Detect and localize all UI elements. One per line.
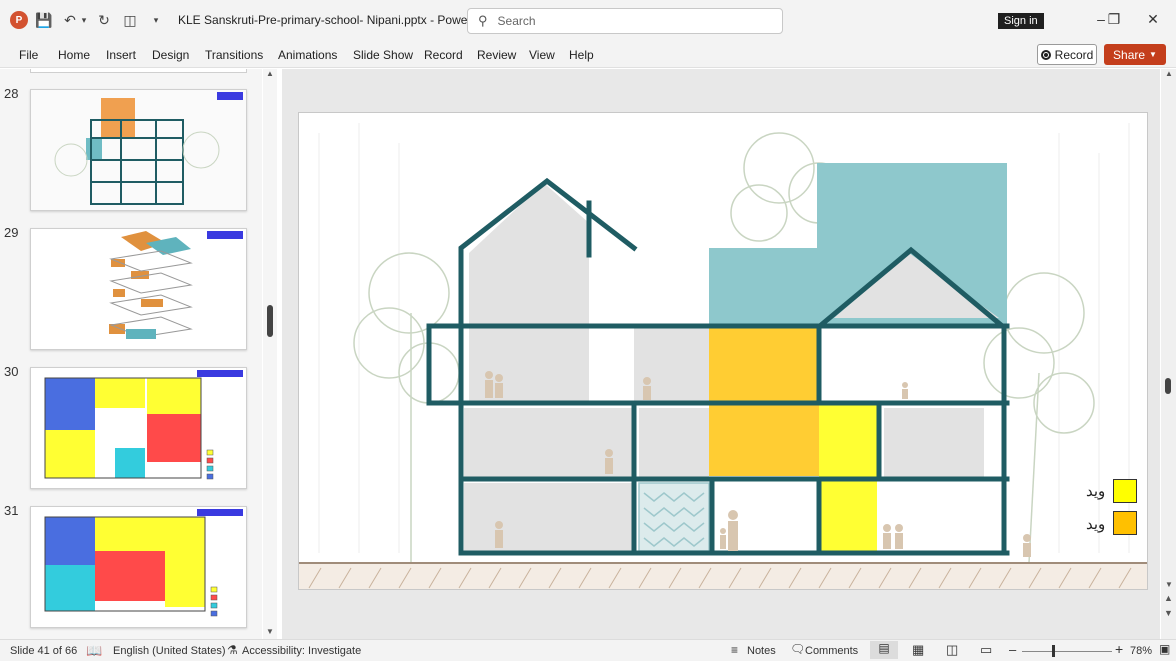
slide-thumbnail-28[interactable] — [30, 89, 247, 211]
scroll-down-icon[interactable]: ▼ — [1165, 580, 1173, 589]
thumbnail-30-graphic — [44, 370, 243, 480]
sign-in-button[interactable]: Sign in — [998, 13, 1044, 29]
thumbnail-scrollbar[interactable]: ▲ ▼ — [263, 69, 277, 639]
tab-help[interactable]: Help — [569, 48, 594, 62]
tab-home[interactable]: Home — [58, 48, 90, 62]
slide-scrollbar[interactable]: ▲ ▼ ▲ ▼ — [1161, 69, 1176, 639]
comments-button[interactable]: Comments — [805, 645, 858, 657]
present-icon[interactable]: ◫ — [120, 10, 140, 30]
comments-icon[interactable]: 🗨 — [790, 642, 805, 656]
tab-transitions[interactable]: Transitions — [205, 48, 263, 62]
ribbon-tabs: File Home Insert Design Transitions Anim… — [0, 40, 1176, 68]
reading-view-icon[interactable]: ◫ — [946, 642, 958, 658]
status-bar: Slide 41 of 66 📖 English (United States)… — [0, 639, 1176, 661]
zoom-out-icon[interactable]: – — [1009, 642, 1016, 657]
tab-slide-show[interactable]: Slide Show — [353, 48, 413, 62]
tab-view[interactable]: View — [529, 48, 555, 62]
thumbnail-number: 28 — [4, 86, 19, 101]
restore-icon[interactable]: ❐ — [1104, 11, 1124, 29]
legend-label-void-orange: وید — [1086, 516, 1106, 533]
thumbnail-31-graphic — [44, 509, 243, 617]
chevron-down-icon: ▼ — [1149, 50, 1157, 59]
slide-thumbnail-31[interactable] — [30, 506, 247, 628]
slide-thumbnail-30[interactable] — [30, 367, 247, 489]
record-icon — [1040, 49, 1051, 60]
zoom-slider-thumb[interactable] — [1052, 645, 1055, 657]
tab-animations[interactable]: Animations — [278, 48, 337, 62]
scroll-up-icon[interactable]: ▲ — [266, 69, 274, 78]
record-button[interactable]: Record — [1037, 44, 1097, 65]
tab-design[interactable]: Design — [152, 48, 189, 62]
tab-record[interactable]: Record — [424, 48, 463, 62]
language-status[interactable]: English (United States) — [113, 645, 226, 657]
current-slide[interactable]: وید وید — [298, 112, 1148, 590]
notes-icon[interactable]: ≡ — [731, 643, 738, 657]
notes-button[interactable]: Notes — [747, 645, 776, 657]
scroll-thumb[interactable] — [1165, 378, 1171, 394]
thumbnail-number: 31 — [4, 503, 19, 518]
slide-thumbnail-29[interactable] — [30, 228, 247, 350]
search-box[interactable]: ⚲ Search — [467, 8, 783, 34]
slide-thumbnail-pane: 28 29 30 31 — [0, 69, 262, 639]
previous-slide-icon[interactable]: ▲ — [1164, 593, 1173, 603]
zoom-in-icon[interactable]: + — [1115, 641, 1123, 657]
section-drawing — [299, 123, 1147, 589]
zoom-level[interactable]: 78% — [1130, 645, 1152, 657]
next-slide-icon[interactable]: ▼ — [1164, 608, 1173, 618]
thumbnail-28-graphic — [31, 90, 246, 210]
record-label: Record — [1054, 47, 1094, 62]
slide-counter: Slide 41 of 66 — [10, 645, 78, 657]
search-icon: ⚲ — [478, 13, 488, 28]
share-button[interactable]: Share ▼ — [1104, 44, 1166, 65]
thumbnail-number: 30 — [4, 364, 19, 379]
thumbnail-29-graphic — [109, 231, 243, 339]
legend-swatch-orange — [1113, 511, 1137, 535]
legend-swatch-yellow — [1113, 479, 1137, 503]
redo-icon[interactable]: ↻ — [94, 10, 114, 30]
undo-icon[interactable]: ↶ — [60, 10, 80, 30]
accessibility-status[interactable]: Accessibility: Investigate — [242, 645, 361, 657]
slide-sorter-icon[interactable]: ▦ — [912, 642, 924, 658]
tab-insert[interactable]: Insert — [106, 48, 136, 62]
zoom-slider[interactable] — [1022, 651, 1112, 652]
slideshow-icon[interactable]: ▭ — [980, 642, 992, 658]
scroll-thumb[interactable] — [267, 305, 273, 337]
save-icon[interactable]: 💾 — [34, 10, 54, 30]
normal-view-icon[interactable]: ▤ — [870, 641, 898, 659]
accessibility-icon[interactable]: ⚗ — [227, 643, 238, 657]
thumbnail-number: 29 — [4, 225, 19, 240]
tab-file[interactable]: File — [19, 48, 38, 62]
tab-review[interactable]: Review — [477, 48, 516, 62]
document-title: KLE Sanskruti-Pre-primary-school- Nipani… — [178, 13, 488, 27]
legend-label-void-yellow: وید — [1086, 483, 1106, 500]
scroll-up-icon[interactable]: ▲ — [1165, 69, 1173, 78]
scroll-down-icon[interactable]: ▼ — [266, 627, 274, 636]
customize-toolbar-icon[interactable]: ▾ — [146, 10, 166, 30]
search-placeholder: Search — [497, 14, 536, 28]
close-icon[interactable]: ✕ — [1143, 11, 1163, 29]
share-label: Share — [1113, 47, 1146, 62]
powerpoint-logo-icon: P — [10, 11, 28, 29]
spellcheck-icon[interactable]: 📖 — [86, 643, 102, 659]
previous-thumbnail-edge — [30, 69, 247, 73]
undo-dropdown-icon[interactable]: ▾ — [80, 10, 88, 30]
fit-to-window-icon[interactable]: ▣ — [1159, 642, 1170, 656]
